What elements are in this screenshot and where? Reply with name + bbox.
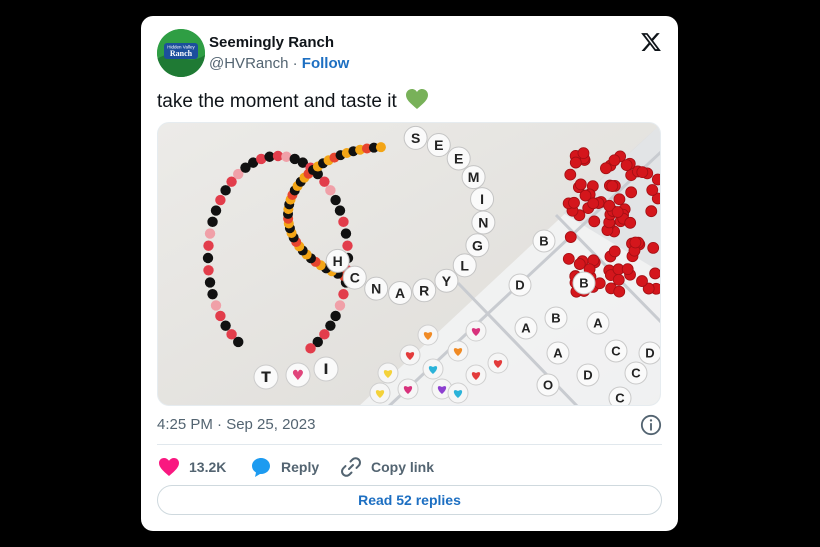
tray-letter-bead: A — [586, 311, 610, 335]
green-heart-icon — [406, 89, 429, 109]
svg-text:G: G — [472, 237, 483, 253]
author-name[interactable]: Seemingly Ranch — [209, 34, 334, 51]
heart-bead — [447, 382, 469, 404]
letter-bead: N — [471, 210, 496, 235]
heart-bead — [465, 320, 487, 342]
link-icon — [339, 455, 363, 479]
letter-bead: E — [426, 133, 451, 158]
reply-label: Reply — [281, 459, 320, 475]
tweet-header: Hidden Valley Ranch Seemingly Ranch @HVR… — [157, 29, 662, 77]
svg-text:D: D — [583, 368, 592, 383]
follow-button[interactable]: Follow — [302, 55, 350, 72]
svg-text:D: D — [515, 278, 524, 293]
tray-letter-bead: A — [514, 316, 538, 340]
tray-letter-bead: D — [508, 273, 532, 297]
letter-bead: Y — [434, 268, 459, 293]
letter-bead: I — [470, 187, 495, 212]
x-logo-icon[interactable] — [640, 31, 662, 53]
letter-bead: H — [325, 248, 350, 273]
tray-letter-bead: C — [624, 361, 648, 385]
svg-text:I: I — [323, 362, 328, 378]
svg-text:A: A — [521, 321, 531, 336]
avatar[interactable]: Hidden Valley Ranch — [157, 29, 205, 77]
svg-text:I: I — [480, 191, 484, 207]
avatar-ranch-text: Ranch — [170, 49, 193, 58]
like-button[interactable]: 13.2K — [157, 452, 226, 482]
svg-text:C: C — [631, 366, 641, 381]
letter-bead: M — [461, 165, 486, 190]
svg-text:B: B — [539, 234, 548, 249]
friendship-bracelets-photo[interactable]: BDBBAAACDCOCD T ♥ I SEEMINGLYRANCH — [157, 122, 661, 406]
copy-link-button[interactable]: Copy link — [339, 452, 434, 482]
tray-letter-bead: C — [608, 386, 632, 406]
svg-text:N: N — [371, 281, 381, 297]
heart-bead — [369, 382, 391, 404]
tray-letter-bead: B — [544, 306, 568, 330]
svg-text:O: O — [543, 378, 553, 393]
svg-text:C: C — [611, 344, 621, 359]
svg-text:H: H — [333, 253, 343, 269]
author-handle-row: @HVRanch · Follow — [209, 55, 349, 72]
svg-text:D: D — [645, 346, 654, 361]
svg-text:L: L — [460, 257, 469, 273]
tray-letter-bead: B — [532, 229, 556, 253]
svg-text:♥: ♥ — [292, 368, 305, 384]
letter-bead: C — [342, 265, 367, 290]
tray-letter-bead: D — [576, 363, 600, 387]
tweet-timestamp[interactable]: 4:25 PM · Sep 25, 2023 — [157, 416, 315, 433]
copy-link-label: Copy link — [371, 459, 435, 475]
tray-letter-bead: C — [604, 339, 628, 363]
tray-letter-bead: A — [546, 341, 570, 365]
letter-bead: L — [452, 253, 477, 278]
tray-letter-bead: B — [572, 271, 596, 295]
svg-text:E: E — [454, 151, 463, 167]
heart-bead — [422, 358, 444, 380]
svg-text:B: B — [579, 276, 588, 291]
letter-bead: I — [313, 356, 339, 382]
svg-text:T: T — [261, 370, 271, 386]
letter-bead: T — [253, 364, 279, 390]
svg-text:R: R — [419, 282, 429, 298]
letter-bead: E — [446, 146, 471, 171]
info-icon[interactable] — [640, 414, 662, 436]
heart-bead — [377, 362, 399, 384]
reply-icon — [249, 455, 273, 479]
heart-bead — [447, 340, 469, 362]
tray-letter-bead: D — [638, 341, 660, 365]
like-count: 13.2K — [189, 459, 227, 475]
tweet-card: Hidden Valley Ranch Seemingly Ranch @HVR… — [141, 16, 678, 531]
reply-button[interactable]: Reply — [249, 452, 319, 482]
svg-text:C: C — [615, 391, 625, 406]
letter-bead: ♥ — [285, 362, 311, 388]
heart-bead — [417, 324, 439, 346]
svg-text:N: N — [478, 215, 488, 231]
divider — [157, 444, 662, 445]
tray-letter-bead: O — [536, 373, 560, 397]
svg-text:B: B — [551, 311, 560, 326]
tweet-body: take the moment and taste it — [157, 91, 397, 112]
svg-text:A: A — [593, 316, 603, 331]
tweet-text: take the moment and taste it — [157, 88, 429, 113]
read-replies-button[interactable]: Read 52 replies — [157, 485, 662, 515]
svg-text:A: A — [395, 285, 405, 301]
letter-bead: N — [364, 276, 389, 301]
svg-text:M: M — [468, 169, 480, 185]
tweet-actions: 13.2K Reply Copy link — [157, 452, 662, 482]
heart-bead — [465, 364, 487, 386]
letter-bead: R — [412, 278, 437, 303]
heart-bead — [487, 352, 509, 374]
svg-text:C: C — [350, 270, 360, 286]
svg-text:E: E — [434, 137, 443, 153]
svg-text:Y: Y — [442, 273, 452, 289]
heart-icon — [157, 455, 181, 479]
author-handle[interactable]: @HVRanch — [209, 55, 288, 72]
svg-text:A: A — [553, 346, 563, 361]
svg-text:S: S — [411, 130, 420, 146]
letter-bead: S — [403, 125, 428, 150]
heart-bead — [399, 344, 421, 366]
letter-bead: G — [465, 233, 490, 258]
heart-bead — [397, 378, 419, 400]
letter-bead: A — [388, 280, 413, 305]
separator-dot: · — [292, 55, 298, 72]
